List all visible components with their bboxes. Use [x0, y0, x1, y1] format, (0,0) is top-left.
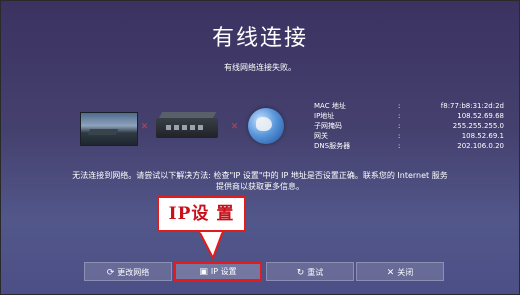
button-label: 更改网络 — [117, 268, 150, 277]
button-label: 关闭 — [397, 268, 414, 277]
change-network-icon: ⟳ — [106, 268, 115, 278]
retry-button[interactable]: ↻ 重试 — [266, 262, 354, 281]
button-label: 重试 — [307, 268, 324, 277]
button-bar: ⟳ 更改网络 ▣ IP 设置 ↻ 重试 ✕ 关闭 — [84, 262, 444, 281]
change-network-button[interactable]: ⟳ 更改网络 — [84, 262, 172, 281]
close-icon: ✕ — [386, 268, 395, 278]
ip-settings-icon: ▣ — [199, 267, 208, 277]
retry-icon: ↻ — [296, 268, 305, 278]
ip-settings-button[interactable]: ▣ IP 设置 — [174, 262, 262, 281]
ip-settings-callout: IP设 置 — [157, 196, 246, 232]
callout-pointer — [197, 229, 225, 261]
close-button[interactable]: ✕ 关闭 — [356, 262, 444, 281]
button-label: IP 设置 — [210, 267, 237, 276]
